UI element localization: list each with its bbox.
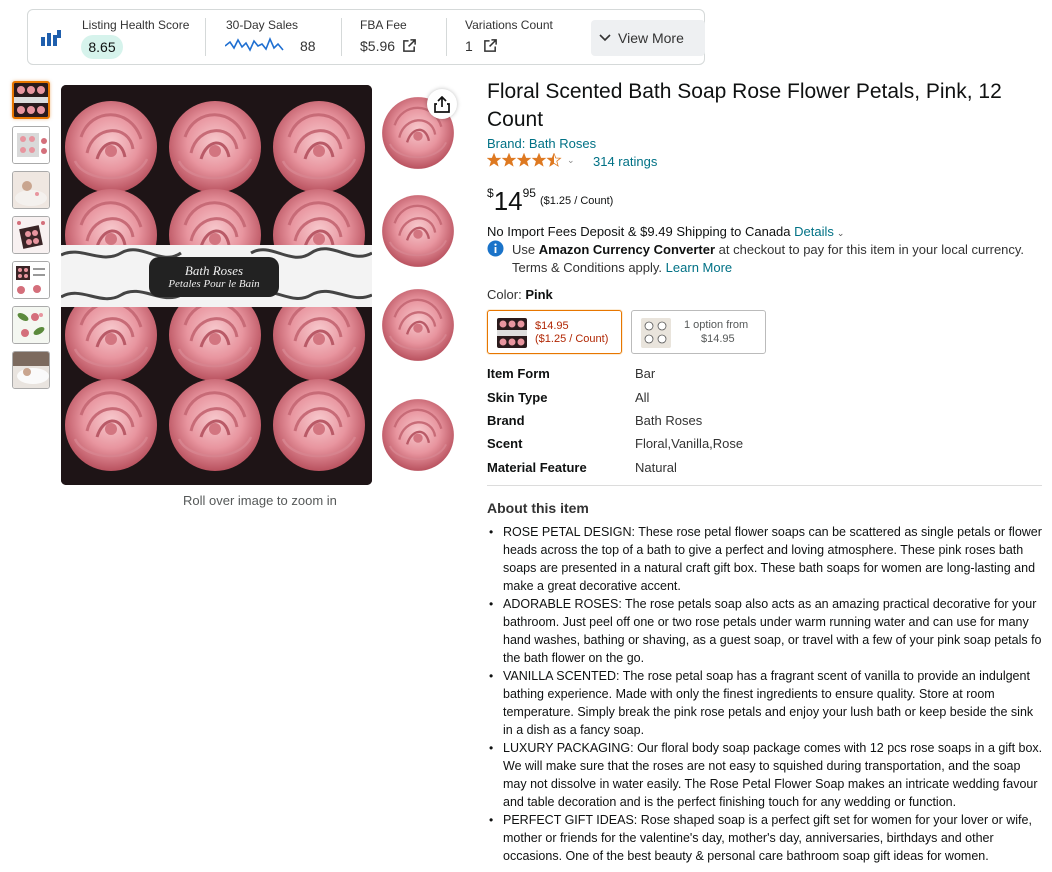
external-link-icon[interactable] <box>402 38 417 53</box>
view-more-label: View More <box>618 30 684 46</box>
spec-value: Floral,Vanilla,Rose <box>635 436 744 451</box>
currency-converter-text: Use Amazon Currency Converter at checkou… <box>512 242 1024 257</box>
feature-bullet: LUXURY PACKAGING: Our floral body soap p… <box>489 739 1043 811</box>
price-per-unit: ($1.25 / Count) <box>539 195 614 207</box>
variant-option-pink[interactable]: $14.95 ($1.25 / Count) <box>487 310 622 354</box>
spec-key: Brand <box>487 413 525 428</box>
color-selection: Color: Pink <box>487 287 553 302</box>
external-link-icon[interactable] <box>483 38 498 53</box>
variant-swatch <box>641 318 671 348</box>
divider <box>205 18 206 56</box>
feature-bullet: ADORABLE ROSES: The rose petals soap als… <box>489 595 1043 667</box>
learn-more-link[interactable]: Learn More <box>666 260 732 275</box>
spec-value: Natural <box>635 460 677 475</box>
variant-price: $14.95 <box>535 320 569 332</box>
divider <box>487 485 1042 486</box>
shipping-text: No Import Fees Deposit & $9.49 Shipping … <box>487 224 791 239</box>
loose-roses-image <box>376 85 464 485</box>
feature-bullet: VANILLA SCENTED: The rose petal soap has… <box>489 667 1043 739</box>
thumbnail-5[interactable] <box>12 261 50 299</box>
divider <box>446 18 447 56</box>
divider <box>341 18 342 56</box>
chevron-down-icon <box>599 34 611 42</box>
zoom-hint: Roll over image to zoom in <box>183 493 337 508</box>
spec-value: All <box>635 390 650 405</box>
ratings-count-link[interactable]: 314 ratings <box>593 154 657 169</box>
thumbnail-7[interactable] <box>12 351 50 389</box>
listing-health-score: 8.65 <box>81 35 123 59</box>
spec-key: Material Feature <box>487 460 587 475</box>
info-icon <box>487 240 504 257</box>
metrics-bar: Listing Health Score 8.65 30-Day Sales 8… <box>27 9 705 65</box>
about-heading: About this item <box>487 500 589 516</box>
variant-option-price: $14.95 <box>701 333 735 345</box>
sales-value: 88 <box>300 38 316 54</box>
view-more-button[interactable]: View More <box>591 20 705 56</box>
price-fraction: 95 <box>522 186 536 200</box>
variant-option-count: 1 option from <box>684 319 749 331</box>
rating-dropdown-icon[interactable]: ⌄ <box>567 155 575 166</box>
star-rating-icon[interactable] <box>487 153 563 167</box>
color-value: Pink <box>525 287 553 302</box>
variant-option-other[interactable]: 1 option from $14.95 <box>631 310 766 354</box>
chevron-down-icon[interactable]: ⌄ <box>837 228 845 238</box>
currency-suffix: at checkout to pay for this item in your… <box>718 242 1025 257</box>
spec-key: Skin Type <box>487 390 548 405</box>
share-button[interactable] <box>427 89 457 119</box>
box-label-line1: Bath Roses <box>184 263 244 278</box>
price: $1495($1.25 / Count) <box>487 186 613 217</box>
listing-health-label: Listing Health Score <box>82 18 190 32</box>
thumbnail-3[interactable] <box>12 171 50 209</box>
main-product-image[interactable]: Bath Roses Petales Pour le Bain <box>61 85 372 485</box>
variant-unit-price: ($1.25 / Count) <box>535 333 609 345</box>
spec-key: Scent <box>487 436 523 451</box>
currency-terms: Terms & Conditions apply. Learn More <box>512 260 732 275</box>
feature-bullet: PERFECT GIFT IDEAS: Rose shaped soap is … <box>489 811 1043 865</box>
fba-fee-label: FBA Fee <box>360 18 407 32</box>
currency-prefix: Use <box>512 242 536 257</box>
product-title: Floral Scented Bath Soap Rose Flower Pet… <box>487 80 1002 131</box>
terms-text: Terms & Conditions apply. <box>512 260 663 275</box>
thumbnail-4[interactable] <box>12 216 50 254</box>
fba-fee-value: $5.96 <box>360 38 396 54</box>
feature-bullets: ROSE PETAL DESIGN: These rose petal flow… <box>489 523 1043 865</box>
feature-bullet: ROSE PETAL DESIGN: These rose petal flow… <box>489 523 1043 595</box>
variations-value: 1 <box>465 38 473 54</box>
thumbnail-1[interactable] <box>12 81 50 119</box>
spec-value: Bath Roses <box>635 413 703 428</box>
price-whole: 14 <box>493 186 523 216</box>
color-label: Color: <box>487 287 522 302</box>
sales-sparkline-icon[interactable] <box>225 36 285 54</box>
thumbnail-2[interactable] <box>12 126 50 164</box>
variant-swatch <box>497 318 527 348</box>
share-icon <box>434 95 450 113</box>
currency-converter-name: Amazon Currency Converter <box>538 242 716 257</box>
analytics-logo-icon <box>41 30 61 46</box>
sales-label: 30-Day Sales <box>226 18 299 32</box>
price-symbol: $ <box>487 186 494 200</box>
thumbnail-6[interactable] <box>12 306 50 344</box>
box-label-line2: Petales Pour le Bain <box>168 278 260 290</box>
spec-value: Bar <box>635 366 656 381</box>
shipping-info: No Import Fees Deposit & $9.49 Shipping … <box>487 224 844 239</box>
shipping-details-link[interactable]: Details <box>794 224 834 239</box>
spec-key: Item Form <box>487 366 550 381</box>
brand-link[interactable]: Brand: Bath Roses <box>487 136 596 151</box>
variations-label: Variations Count <box>465 18 553 32</box>
